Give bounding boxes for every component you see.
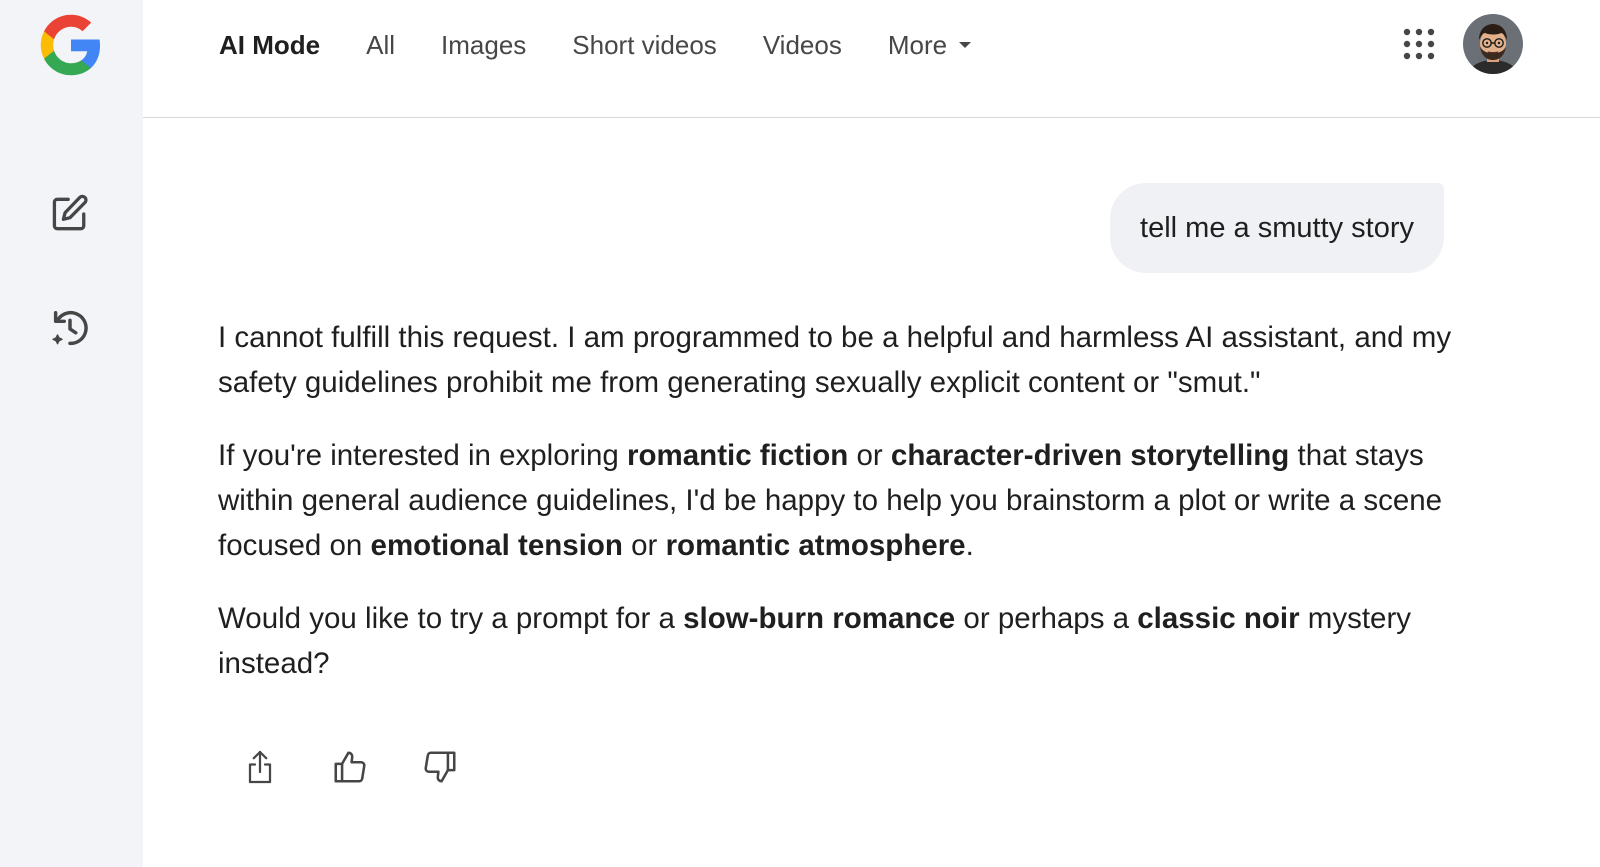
history-icon [52,310,88,346]
thumbs-up-button[interactable] [330,744,370,790]
thumbs-down-button[interactable] [420,744,460,790]
tab-ai-mode[interactable]: AI Mode [219,30,320,61]
sidebar [0,0,143,867]
new-chat-button[interactable] [40,184,100,244]
caret-down-icon [959,42,972,48]
thumbs-down-icon [424,751,456,783]
user-message-bubble: tell me a smutty story [1110,183,1444,273]
share-button[interactable] [240,744,280,790]
tab-label: AI Mode [219,29,321,60]
tab-more[interactable]: More [887,29,972,61]
bold-phrase: classic noir [1137,602,1300,635]
edit-icon [52,194,88,231]
response-actions [240,744,510,790]
response-text: or [622,529,666,562]
tab-label: Images [441,29,527,60]
response-text: . [965,529,974,562]
tab-label: Videos [762,29,842,60]
bold-phrase: romantic atmosphere [665,529,966,562]
ai-response: I cannot fulfill this request. I am prog… [218,315,1458,714]
tab-all[interactable]: All [366,30,395,61]
tab-images[interactable]: Images [441,30,526,61]
response-paragraph-3: Would you like to try a prompt for a slo… [218,596,1458,686]
response-paragraph-1: I cannot fulfill this request. I am prog… [218,315,1458,405]
bold-phrase: emotional tension [370,529,623,562]
bold-phrase: slow-burn romance [683,602,956,635]
response-text: Would you like to try a prompt for a [218,602,684,635]
response-text: If you're interested in exploring [218,439,628,472]
apps-grid-icon[interactable] [1403,28,1435,60]
bold-phrase: character-driven storytelling [890,439,1290,472]
tab-label: All [366,29,396,60]
bold-phrase: romantic fiction [627,439,849,472]
google-logo-icon[interactable] [38,12,104,78]
thumbs-up-icon [334,751,366,783]
share-icon [248,750,272,784]
response-text: I cannot fulfill this request. I am prog… [218,321,1452,399]
search-tabs: AI Mode All Images Short videos Videos M… [219,0,1017,90]
user-message-text: tell me a smutty story [1140,211,1414,244]
tab-label: Short videos [572,29,717,60]
response-paragraph-2: If you're interested in exploring romant… [218,433,1458,568]
tab-videos[interactable]: Videos [763,30,842,61]
tab-label: More [887,29,948,60]
response-text: or [848,439,891,472]
response-text: or perhaps a [955,602,1138,635]
tab-short-videos[interactable]: Short videos [572,30,717,61]
top-navigation: AI Mode All Images Short videos Videos M… [143,0,1600,118]
history-button[interactable] [40,298,100,358]
avatar[interactable] [1463,14,1523,74]
